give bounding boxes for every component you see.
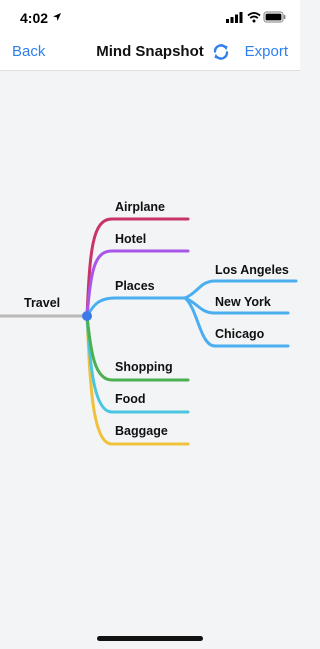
mindmap-canvas[interactable]: Travel Airplane Hotel Places Los Angeles…: [0, 71, 300, 649]
navigation-bar: Back Mind Snapshot Export: [0, 34, 300, 71]
status-bar: 4:02: [0, 0, 300, 34]
back-button[interactable]: Back: [12, 43, 45, 60]
location-arrow-icon: [53, 13, 61, 21]
export-button[interactable]: Export: [245, 43, 288, 60]
battery-icon: [263, 11, 286, 23]
node-chicago[interactable]: Chicago: [215, 327, 264, 341]
node-airplane[interactable]: Airplane: [115, 200, 165, 214]
wifi-icon: [247, 12, 261, 23]
node-hotel[interactable]: Hotel: [115, 232, 146, 246]
node-new-york[interactable]: New York: [215, 295, 271, 309]
home-indicator[interactable]: [97, 636, 203, 641]
node-places[interactable]: Places: [115, 279, 155, 293]
node-food[interactable]: Food: [115, 392, 146, 406]
node-los-angeles[interactable]: Los Angeles: [215, 263, 289, 277]
root-node-dot: [82, 311, 92, 321]
node-shopping[interactable]: Shopping: [115, 360, 173, 374]
sync-icon[interactable]: [212, 43, 230, 61]
signal-icon: [226, 12, 243, 23]
branch-places: [85, 296, 187, 318]
node-baggage[interactable]: Baggage: [115, 424, 168, 438]
status-icons: [226, 11, 286, 23]
status-time: 4:02: [20, 10, 49, 26]
node-travel[interactable]: Travel: [24, 296, 60, 310]
